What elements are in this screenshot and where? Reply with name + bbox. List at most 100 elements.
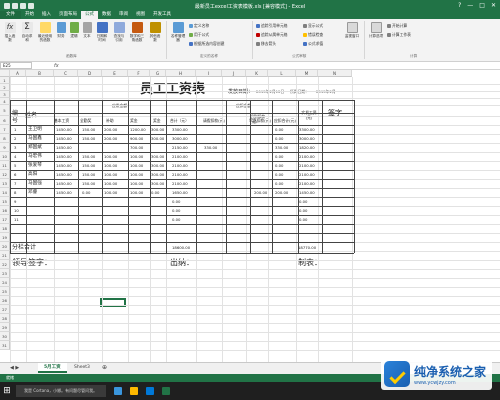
row-header[interactable]: 28: [0, 314, 10, 323]
row-header[interactable]: 7: [0, 125, 10, 134]
column-header[interactable]: K: [246, 70, 268, 77]
column-header[interactable]: G: [150, 70, 166, 77]
cell-subsidy[interactable]: 200.00: [104, 128, 117, 132]
close-button[interactable]: ✕: [491, 2, 496, 9]
column-header[interactable]: D: [78, 70, 102, 77]
cell-ot[interactable]: 100.00: [130, 155, 143, 159]
row-header[interactable]: 3: [0, 91, 10, 98]
row-header[interactable]: 24: [0, 278, 10, 287]
tab-data[interactable]: 数据: [98, 11, 115, 19]
row-header[interactable]: 19: [0, 233, 10, 242]
cell-actual[interactable]: 3000.00: [299, 137, 315, 141]
sheet-tab-may[interactable]: 5月工资: [38, 363, 67, 373]
column-header[interactable]: H: [166, 70, 196, 77]
help-button[interactable]: ?: [458, 2, 461, 9]
cell-ot[interactable]: 100.00: [130, 164, 143, 168]
use-in-formula-button[interactable]: 用于公式: [189, 32, 209, 38]
row-header[interactable]: 14: [0, 188, 10, 197]
define-name-button[interactable]: 定义名称: [189, 23, 209, 29]
text-button[interactable]: 文本: [82, 22, 92, 38]
cell-basic[interactable]: 1450.00: [56, 128, 72, 132]
cell-dtotal[interactable]: 0.00: [275, 173, 283, 177]
cell-basic[interactable]: 1450.00: [56, 182, 72, 186]
cell-name[interactable]: 王卫明: [28, 127, 42, 133]
cell-ot[interactable]: 100.00: [130, 173, 143, 177]
worksheet-grid[interactable]: 员工工资表 发放日期： 2015年2月12日 所属日期： 2015年2月 编号 …: [0, 70, 500, 362]
cell-no[interactable]: 9: [14, 200, 16, 204]
row-header[interactable]: 13: [0, 179, 10, 188]
sheet-tab-sheet3[interactable]: Sheet3: [68, 363, 96, 373]
column-header[interactable]: I: [196, 70, 222, 77]
row-header[interactable]: 12: [0, 170, 10, 179]
row-header[interactable]: 9: [0, 143, 10, 152]
column-header[interactable]: E: [102, 70, 128, 77]
row-header[interactable]: 26: [0, 296, 10, 305]
excel-taskbar-icon[interactable]: [162, 387, 170, 395]
cell-total[interactable]: 2100.00: [172, 182, 188, 186]
row-header[interactable]: 25: [0, 287, 10, 296]
cell-full[interactable]: 150.00: [82, 164, 95, 168]
row-header[interactable]: 27: [0, 305, 10, 314]
cell-no[interactable]: 8: [14, 191, 16, 195]
row-header[interactable]: 31: [0, 341, 10, 350]
cell-total[interactable]: 0.00: [172, 200, 180, 204]
cell-dtotal[interactable]: 0.00: [275, 128, 283, 132]
row-header[interactable]: 21: [0, 251, 10, 260]
cell-ot[interactable]: 100.00: [130, 182, 143, 186]
cell-basic[interactable]: 1450.00: [56, 191, 72, 195]
cell-subsidy[interactable]: 100.00: [104, 155, 117, 159]
cell-ot[interactable]: 900.00: [130, 137, 143, 141]
cell-subsidy[interactable]: 200.00: [104, 137, 117, 141]
cell-actual[interactable]: 2100.00: [299, 164, 315, 168]
cell-no[interactable]: 5: [14, 164, 16, 168]
cell-name[interactable]: 郑国斌: [28, 145, 42, 151]
financial-button[interactable]: 财务: [56, 22, 66, 38]
cell-no[interactable]: 10: [14, 209, 19, 213]
cell-dtotal[interactable]: 0.00: [275, 155, 283, 159]
row-header[interactable]: 11: [0, 161, 10, 170]
cell-actual[interactable]: 1820.00: [299, 146, 315, 150]
row-header[interactable]: 10: [0, 152, 10, 161]
tab-view[interactable]: 视图: [132, 11, 149, 19]
cell-full[interactable]: 150.00: [82, 137, 95, 141]
cell-name[interactable]: 邓睿: [28, 190, 37, 196]
calc-options-button[interactable]: 计算选项: [368, 22, 384, 38]
cell-dtotal[interactable]: 330.00: [275, 146, 288, 150]
row-header[interactable]: 18: [0, 224, 10, 233]
row-header[interactable]: 1: [0, 77, 10, 84]
column-header[interactable]: C: [54, 70, 78, 77]
cell-total[interactable]: 2150.00: [172, 146, 188, 150]
cell-total[interactable]: 3000.00: [172, 137, 188, 141]
cell-ot[interactable]: 700.00: [130, 146, 143, 150]
cell-name[interactable]: 马国强: [28, 181, 42, 187]
cell-ot[interactable]: 1200.00: [130, 128, 146, 132]
fx-icon[interactable]: fx: [54, 63, 59, 69]
cell-actual[interactable]: 2100.00: [299, 155, 315, 159]
cell-full[interactable]: 150.00: [82, 128, 95, 132]
error-checking-button[interactable]: 错误检查: [303, 32, 323, 38]
cell-bonus[interactable]: 300.00: [151, 155, 164, 159]
cell-basic[interactable]: 1450.00: [56, 137, 72, 141]
row-header[interactable]: 22: [0, 260, 10, 269]
remove-arrows-button[interactable]: 移去箭头: [256, 41, 276, 47]
row-header[interactable]: 8: [0, 134, 10, 143]
cell-total[interactable]: 2100.00: [172, 173, 188, 177]
cell-bonus[interactable]: 300.00: [151, 182, 164, 186]
column-header[interactable]: A: [10, 70, 26, 77]
select-all-corner[interactable]: [0, 70, 10, 77]
tab-page-layout[interactable]: 页面布局: [55, 11, 81, 19]
row-header[interactable]: 6: [0, 116, 10, 125]
column-header[interactable]: L: [268, 70, 296, 77]
cell-dtotal[interactable]: 0.00: [275, 182, 283, 186]
cell-name[interactable]: 马宏伟: [28, 154, 42, 160]
row-header[interactable]: 2: [0, 84, 10, 91]
minimize-button[interactable]: —: [467, 2, 473, 9]
store-icon[interactable]: [146, 387, 154, 395]
row-header[interactable]: 30: [0, 332, 10, 341]
cell-name[interactable]: 张爱琴: [28, 163, 42, 169]
create-from-selection-button[interactable]: 根据所选内容创建: [189, 41, 224, 47]
calculate-sheet-button[interactable]: 计算工作表: [387, 32, 411, 38]
cell-full[interactable]: 0.00: [82, 191, 90, 195]
row-header[interactable]: 20: [0, 242, 10, 251]
cell-bonus[interactable]: 300.00: [151, 137, 164, 141]
